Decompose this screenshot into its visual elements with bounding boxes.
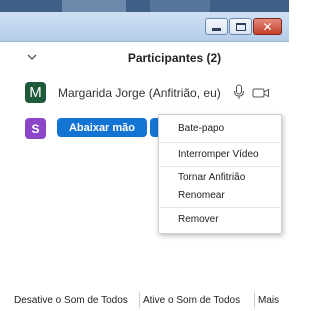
menu-divider: [160, 142, 280, 143]
menu-item-chat[interactable]: Bate-papo: [178, 123, 224, 134]
menu-divider: [160, 166, 280, 167]
avatar: M: [25, 82, 46, 103]
participant-context-menu: Bate-papo Interromper Vídeo Tornar Anfit…: [158, 114, 282, 234]
close-button[interactable]: ✕: [253, 18, 282, 35]
window-title-bar: ✕: [0, 12, 289, 42]
taskbar-segment: [150, 0, 210, 12]
panel-title: Participantes (2): [127, 51, 222, 65]
minimize-icon: [212, 27, 221, 31]
maximize-icon: [235, 22, 246, 31]
minimize-button[interactable]: [205, 18, 228, 35]
menu-item-make-host[interactable]: Tornar Anfitrião: [178, 172, 245, 183]
zoom-participants-window: ✕ Participantes (2) M Margarida Jorge (A…: [0, 0, 289, 311]
menu-item-rename[interactable]: Renomear: [178, 190, 225, 201]
maximize-button[interactable]: [229, 18, 252, 35]
toolbar-divider: [254, 292, 255, 308]
menu-divider: [160, 207, 280, 208]
menu-item-stop-video[interactable]: Interromper Vídeo: [178, 149, 259, 160]
taskbar-segment: [62, 0, 126, 12]
participant-name: Margarida Jorge (Anfitrião, eu): [58, 86, 221, 100]
avatar: S: [25, 118, 46, 139]
toolbar-divider: [139, 292, 140, 308]
unmute-all-button[interactable]: Ative o Som de Todos: [143, 291, 240, 309]
mute-all-button[interactable]: Desative o Som de Todos: [14, 291, 128, 309]
close-icon: ✕: [262, 19, 273, 34]
lower-hand-button[interactable]: Abaixar mão: [57, 118, 147, 137]
more-button[interactable]: Mais: [258, 291, 279, 309]
taskbar-strip: [0, 0, 289, 12]
video-camera-icon[interactable]: [252, 87, 270, 99]
microphone-icon[interactable]: [233, 84, 245, 100]
menu-item-remove[interactable]: Remover: [178, 214, 219, 225]
bottom-toolbar: Desative o Som de Todos Ative o Som de T…: [0, 288, 289, 310]
